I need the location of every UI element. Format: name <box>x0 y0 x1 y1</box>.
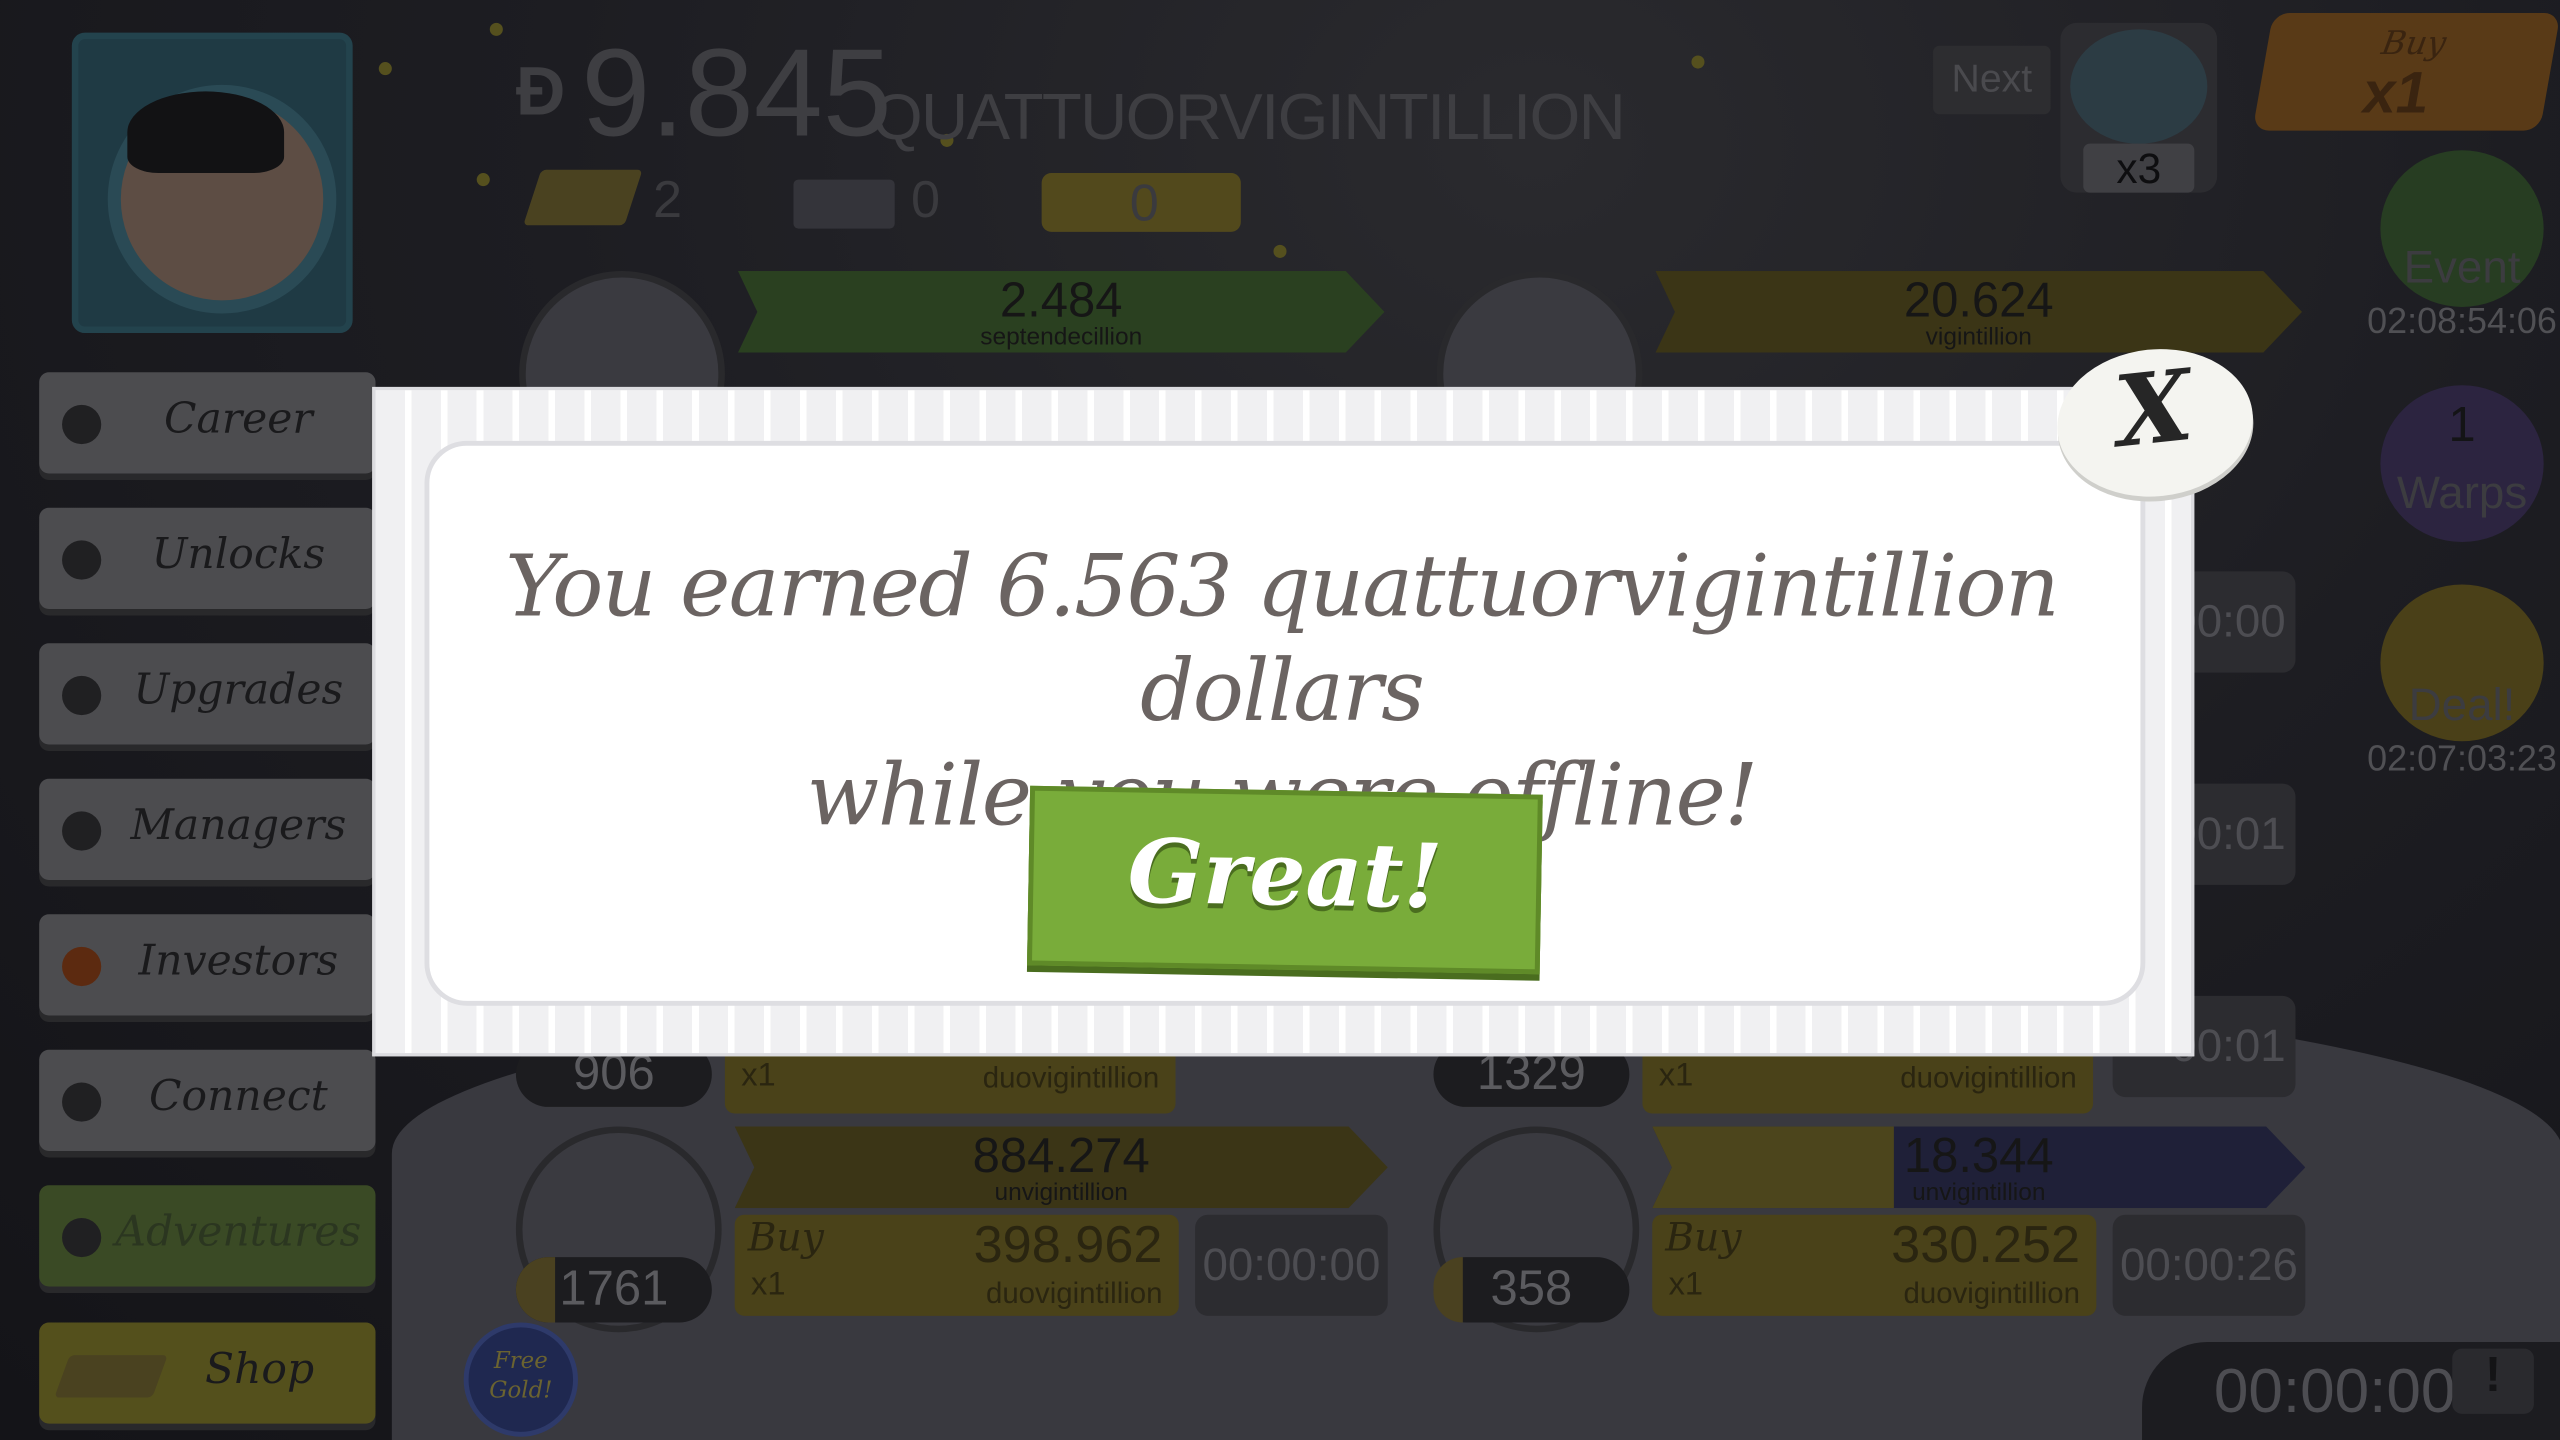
great-button[interactable]: Great! <box>1027 785 1543 975</box>
game-screen: Career Unlocks Upgrades Managers Investo… <box>0 0 2560 1440</box>
close-icon: X <box>2109 349 2198 471</box>
great-button-label: Great! <box>1126 818 1444 929</box>
message-line-1: You earned 6.563 quattuorvigintillion do… <box>505 538 2059 742</box>
